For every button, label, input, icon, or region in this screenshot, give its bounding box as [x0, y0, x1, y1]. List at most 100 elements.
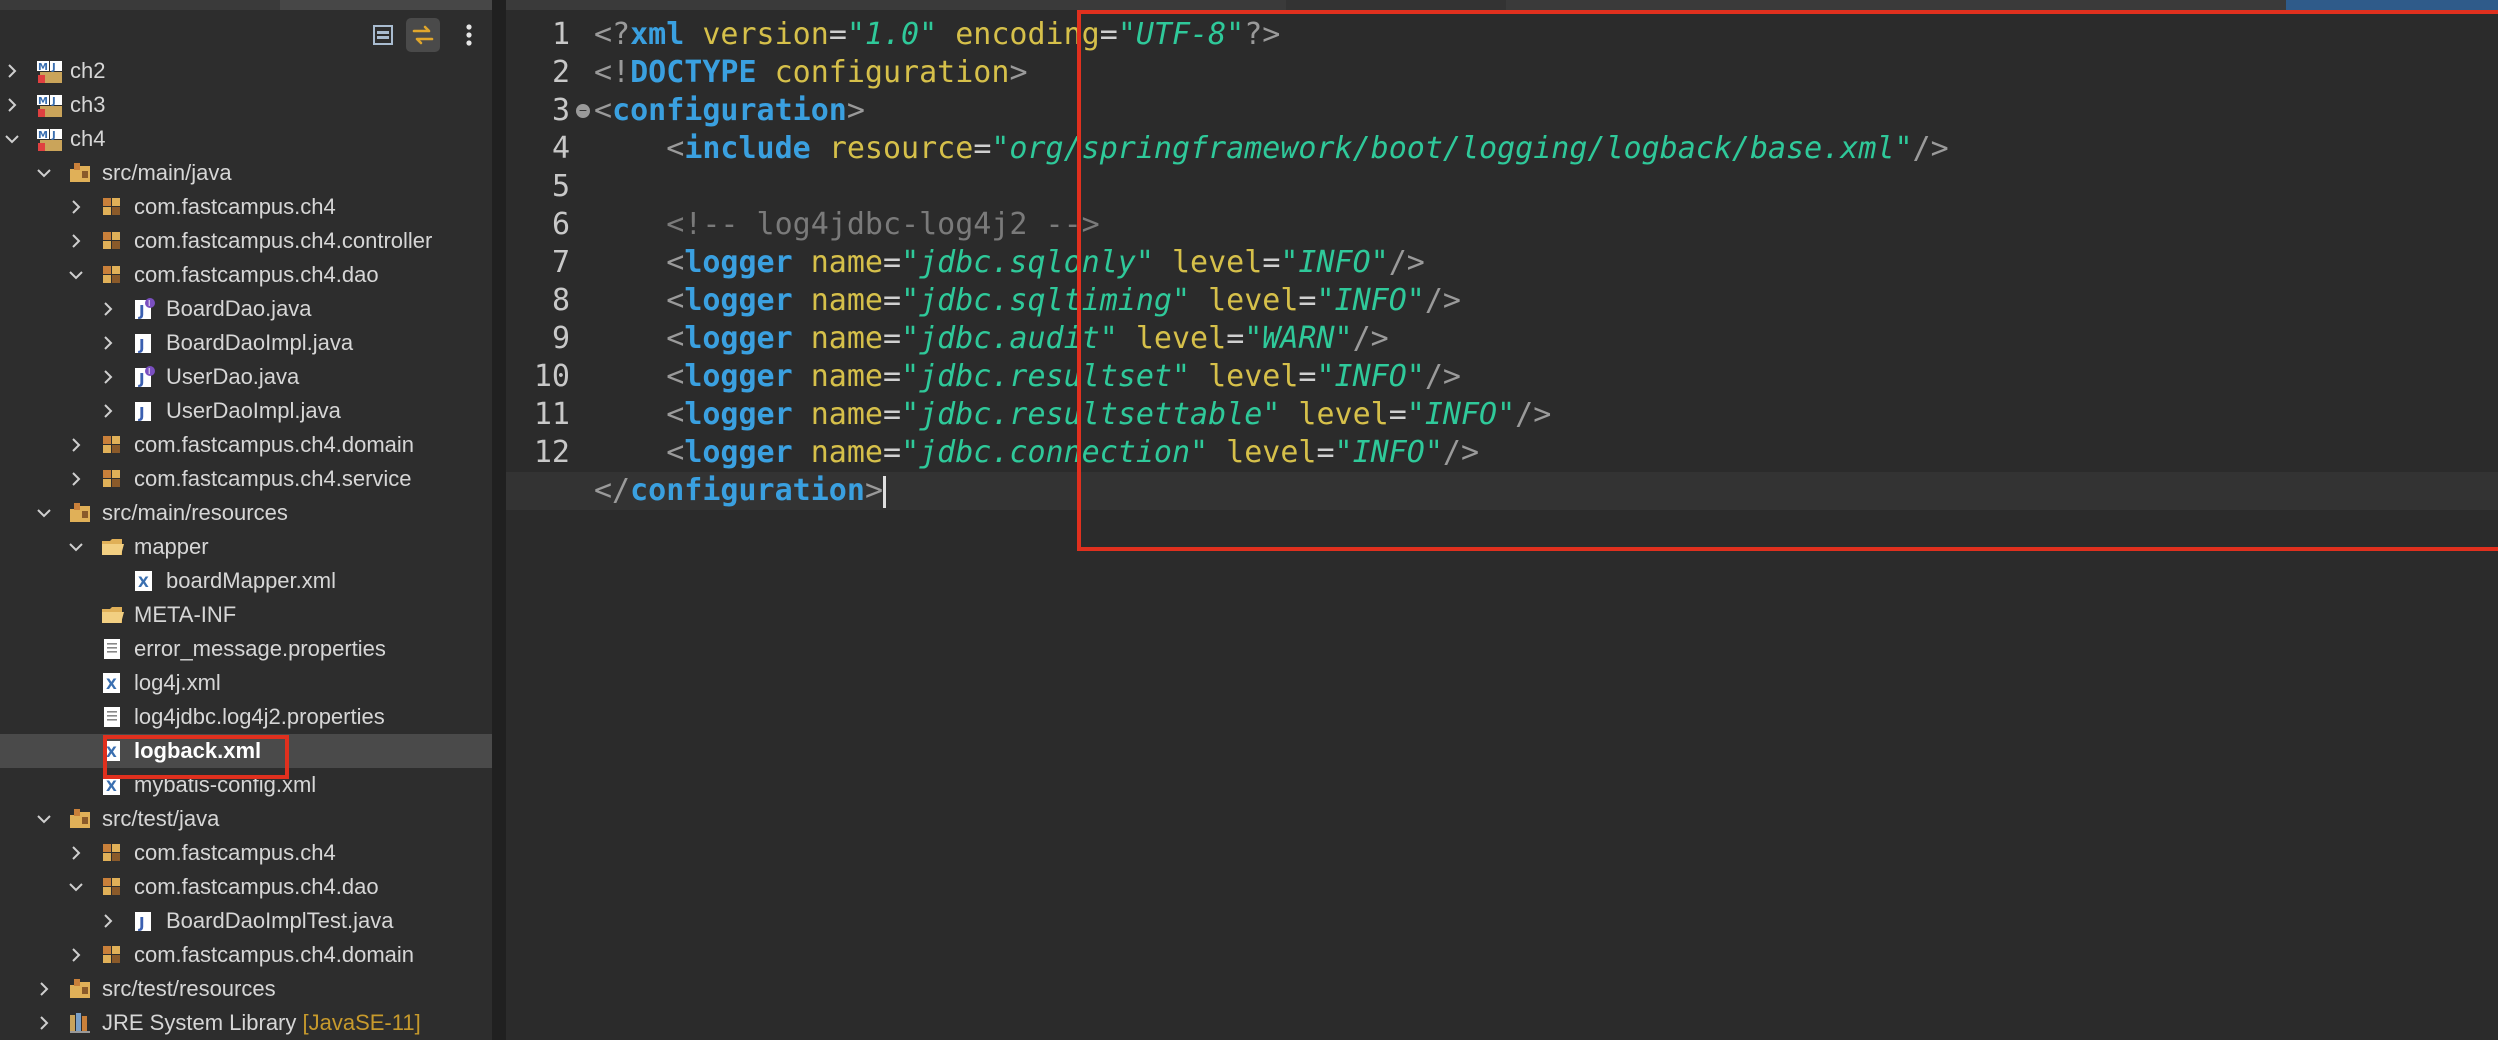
xml-editor[interactable]: 12345678910111213 − <?xml version="1.0" …	[506, 0, 2498, 1040]
tree-item-label: src/main/java	[102, 160, 232, 185]
project-icon: MJ	[36, 127, 62, 151]
tree-item-label: UserDaoImpl.java	[166, 398, 341, 423]
fold-toggle-icon[interactable]: −	[576, 104, 590, 118]
tree-item-label: com.fastcampus.ch4.controller	[134, 228, 433, 253]
code-token: logger	[684, 435, 793, 470]
chevron-right-icon[interactable]	[66, 836, 86, 870]
svg-text:J: J	[51, 62, 56, 73]
tree-item[interactable]: com.fastcampus.ch4.dao	[0, 870, 492, 904]
tree-item[interactable]: com.fastcampus.ch4.domain	[0, 428, 492, 462]
tree-item[interactable]: com.fastcampus.ch4.domain	[0, 938, 492, 972]
svg-text:M: M	[38, 62, 48, 73]
code-token: logger	[684, 321, 793, 356]
chevron-right-icon[interactable]	[98, 904, 118, 938]
tree-item[interactable]: M Jch4	[0, 122, 492, 156]
chevron-right-icon[interactable]	[98, 360, 118, 394]
line-number: 1	[551, 17, 570, 52]
tree-item-decoration: [JavaSE-11]	[296, 1010, 421, 1035]
code-token: =	[883, 397, 902, 432]
view-menu-icon[interactable]	[452, 18, 486, 52]
code-token: <	[594, 93, 613, 128]
svg-text:J: J	[138, 914, 145, 932]
tree-item[interactable]: com.fastcampus.ch4	[0, 836, 492, 870]
package-icon	[100, 263, 124, 287]
text-cursor	[883, 475, 886, 508]
code-token: =	[828, 17, 847, 52]
code-token: >	[1009, 55, 1028, 90]
tree-item[interactable]: JRE System Library [JavaSE-11]	[0, 1006, 492, 1040]
xml-file-icon: X	[132, 569, 156, 593]
tree-item-label: com.fastcampus.ch4.domain	[134, 942, 415, 967]
chevron-down-icon[interactable]	[34, 496, 54, 530]
chevron-right-icon[interactable]	[2, 54, 22, 88]
chevron-down-icon[interactable]	[66, 530, 86, 564]
tree-item[interactable]: log4jdbc.log4j2.properties	[0, 700, 492, 734]
chevron-right-icon[interactable]	[98, 394, 118, 428]
code-token: <!	[594, 55, 631, 90]
link-with-editor-icon[interactable]	[406, 18, 440, 52]
library-icon	[68, 1011, 92, 1035]
chevron-right-icon[interactable]	[98, 292, 118, 326]
chevron-down-icon[interactable]	[2, 122, 22, 156]
tree-item[interactable]: src/main/java	[0, 156, 492, 190]
chevron-right-icon[interactable]	[2, 88, 22, 122]
chevron-down-icon[interactable]	[34, 802, 54, 836]
line-number: 3	[551, 93, 570, 128]
tree-item[interactable]: J BoardDaoImpl.java	[0, 326, 492, 360]
tree-item-label: JRE System Library [JavaSE-11]	[102, 1010, 421, 1035]
tree-item[interactable]: com.fastcampus.ch4.controller	[0, 224, 492, 258]
code-token: name	[810, 397, 883, 432]
tree-item[interactable]: com.fastcampus.ch4.service	[0, 462, 492, 496]
chevron-right-icon[interactable]	[66, 190, 86, 224]
java-file-icon: J	[132, 399, 156, 423]
chevron-down-icon[interactable]	[66, 870, 86, 904]
tree-item[interactable]: J BoardDaoImplTest.java	[0, 904, 492, 938]
tree-item[interactable]: com.fastcampus.ch4.dao	[0, 258, 492, 292]
view-splitter[interactable]	[492, 0, 506, 1040]
chevron-right-icon[interactable]	[66, 462, 86, 496]
tree-item[interactable]: mapper	[0, 530, 492, 564]
tree-item[interactable]: J I UserDao.java	[0, 360, 492, 394]
java-file-icon: J	[132, 331, 156, 355]
code-token: logger	[684, 397, 793, 432]
source-folder-icon	[68, 807, 92, 831]
code-token: logger	[684, 283, 793, 318]
chevron-right-icon[interactable]	[98, 326, 118, 360]
tree-item[interactable]: src/main/resources	[0, 496, 492, 530]
code-token: <	[666, 435, 685, 470]
package-icon	[100, 841, 124, 865]
tree-item[interactable]: M Jch2	[0, 54, 492, 88]
code-token: =	[883, 321, 902, 356]
selected-file-highlight	[103, 735, 289, 779]
tree-item[interactable]: error_message.properties	[0, 632, 492, 666]
tree-item-label: boardMapper.xml	[166, 568, 336, 593]
code-token: >	[846, 93, 865, 128]
tree-item[interactable]: M Jch3	[0, 88, 492, 122]
chevron-down-icon[interactable]	[34, 156, 54, 190]
chevron-down-icon[interactable]	[66, 258, 86, 292]
svg-text:J: J	[138, 404, 145, 422]
tree-item[interactable]: J I BoardDao.java	[0, 292, 492, 326]
collapse-all-icon[interactable]	[366, 18, 400, 52]
tree-item[interactable]: src/test/resources	[0, 972, 492, 1006]
tree-item[interactable]: src/test/java	[0, 802, 492, 836]
line-number: 10	[533, 359, 570, 394]
tree-item[interactable]: META-INF	[0, 598, 492, 632]
code-token: <	[666, 359, 685, 394]
chevron-right-icon[interactable]	[66, 938, 86, 972]
tree-item[interactable]: Xlog4j.xml	[0, 666, 492, 700]
tree-item[interactable]: com.fastcampus.ch4	[0, 190, 492, 224]
chevron-right-icon[interactable]	[34, 1006, 54, 1040]
tree-item[interactable]: J UserDaoImpl.java	[0, 394, 492, 428]
tree-item[interactable]: XboardMapper.xml	[0, 564, 492, 598]
chevron-right-icon[interactable]	[66, 428, 86, 462]
code-token: =	[883, 359, 902, 394]
chevron-right-icon[interactable]	[66, 224, 86, 258]
chevron-right-icon[interactable]	[34, 972, 54, 1006]
properties-file-icon	[100, 637, 124, 661]
